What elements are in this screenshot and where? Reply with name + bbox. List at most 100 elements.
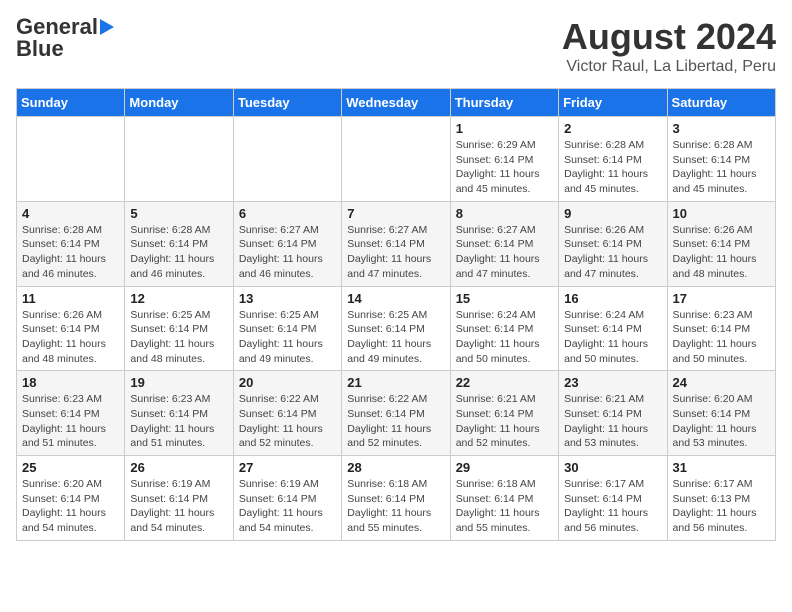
calendar-cell: 1Sunrise: 6:29 AM Sunset: 6:14 PM Daylig… [450,117,558,202]
day-info: Sunrise: 6:17 AM Sunset: 6:13 PM Dayligh… [673,477,770,536]
day-number: 12 [130,291,227,306]
day-number: 19 [130,375,227,390]
day-info: Sunrise: 6:20 AM Sunset: 6:14 PM Dayligh… [673,392,770,451]
day-info: Sunrise: 6:26 AM Sunset: 6:14 PM Dayligh… [22,308,119,367]
weekday-header-sunday: Sunday [17,89,125,117]
day-info: Sunrise: 6:17 AM Sunset: 6:14 PM Dayligh… [564,477,661,536]
logo-general-text: General [16,16,98,38]
day-info: Sunrise: 6:28 AM Sunset: 6:14 PM Dayligh… [673,138,770,197]
calendar-cell: 25 Sunrise: 6:20 AM Sunset: 6:14 PM Dayli… [17,456,125,541]
day-info: Sunrise: 6:25 AM Sunset: 6:14 PM Dayligh… [347,308,444,367]
calendar-cell: 18Sunrise: 6:23 AM Sunset: 6:14 PM Dayli… [17,371,125,456]
day-number: 21 [347,375,444,390]
day-info: Sunrise: 6:21 AM Sunset: 6:14 PM Dayligh… [564,392,661,451]
day-number: 23 [564,375,661,390]
calendar-cell: 24 Sunrise: 6:20 AM Sunset: 6:14 PM Dayli… [667,371,775,456]
day-info: Sunrise: 6:25 AM Sunset: 6:14 PM Dayligh… [239,308,336,367]
calendar-cell: 27Sunrise: 6:19 AM Sunset: 6:14 PM Dayli… [233,456,341,541]
day-number: 18 [22,375,119,390]
calendar-cell: 12 Sunrise: 6:25 AM Sunset: 6:14 PM Dayli… [125,286,233,371]
calendar-cell: 6 Sunrise: 6:27 AM Sunset: 6:14 PM Daylig… [233,201,341,286]
calendar-cell: 11 Sunrise: 6:26 AM Sunset: 6:14 PM Dayli… [17,286,125,371]
day-info: Sunrise: 6:18 AM Sunset: 6:14 PM Dayligh… [456,477,553,536]
page-header: General Blue August 2024 Victor Raul, La… [16,16,776,76]
calendar-cell: 30Sunrise: 6:17 AM Sunset: 6:14 PM Dayli… [559,456,667,541]
day-number: 28 [347,460,444,475]
day-number: 6 [239,206,336,221]
calendar-cell: 26Sunrise: 6:19 AM Sunset: 6:14 PM Dayli… [125,456,233,541]
day-number: 9 [564,206,661,221]
day-number: 1 [456,121,553,136]
day-number: 25 [22,460,119,475]
day-info: Sunrise: 6:23 AM Sunset: 6:14 PM Dayligh… [673,308,770,367]
day-info: Sunrise: 6:20 AM Sunset: 6:14 PM Dayligh… [22,477,119,536]
weekday-header-thursday: Thursday [450,89,558,117]
day-number: 13 [239,291,336,306]
calendar-cell: 31Sunrise: 6:17 AM Sunset: 6:13 PM Dayli… [667,456,775,541]
logo-blue-text: Blue [16,38,64,60]
calendar-table: SundayMondayTuesdayWednesdayThursdayFrid… [16,88,776,541]
calendar-cell: 2 Sunrise: 6:28 AM Sunset: 6:14 PM Daylig… [559,117,667,202]
day-info: Sunrise: 6:23 AM Sunset: 6:14 PM Dayligh… [130,392,227,451]
calendar-cell: 22 Sunrise: 6:21 AM Sunset: 6:14 PM Dayli… [450,371,558,456]
day-info: Sunrise: 6:24 AM Sunset: 6:14 PM Dayligh… [456,308,553,367]
calendar-cell: 5Sunrise: 6:28 AM Sunset: 6:14 PM Daylig… [125,201,233,286]
day-number: 10 [673,206,770,221]
calendar-cell: 23 Sunrise: 6:21 AM Sunset: 6:14 PM Dayli… [559,371,667,456]
calendar-cell: 16Sunrise: 6:24 AM Sunset: 6:14 PM Dayli… [559,286,667,371]
calendar-cell: 10Sunrise: 6:26 AM Sunset: 6:14 PM Dayli… [667,201,775,286]
day-info: Sunrise: 6:25 AM Sunset: 6:14 PM Dayligh… [130,308,227,367]
title-block: August 2024 Victor Raul, La Libertad, Pe… [562,16,776,76]
day-number: 17 [673,291,770,306]
weekday-header-monday: Monday [125,89,233,117]
day-number: 14 [347,291,444,306]
day-number: 24 [673,375,770,390]
calendar-cell: 8 Sunrise: 6:27 AM Sunset: 6:14 PM Daylig… [450,201,558,286]
day-info: Sunrise: 6:21 AM Sunset: 6:14 PM Dayligh… [456,392,553,451]
day-number: 29 [456,460,553,475]
calendar-cell: 20 Sunrise: 6:22 AM Sunset: 6:14 PM Dayli… [233,371,341,456]
day-number: 4 [22,206,119,221]
location-subtitle: Victor Raul, La Libertad, Peru [562,58,776,76]
calendar-header-row: SundayMondayTuesdayWednesdayThursdayFrid… [17,89,776,117]
calendar-week-row: 4 Sunrise: 6:28 AM Sunset: 6:14 PM Daylig… [17,201,776,286]
day-number: 22 [456,375,553,390]
calendar-cell: 4 Sunrise: 6:28 AM Sunset: 6:14 PM Daylig… [17,201,125,286]
day-info: Sunrise: 6:26 AM Sunset: 6:14 PM Dayligh… [564,223,661,282]
weekday-header-saturday: Saturday [667,89,775,117]
calendar-cell: 9 Sunrise: 6:26 AM Sunset: 6:14 PM Daylig… [559,201,667,286]
weekday-header-wednesday: Wednesday [342,89,450,117]
day-info: Sunrise: 6:27 AM Sunset: 6:14 PM Dayligh… [347,223,444,282]
day-info: Sunrise: 6:27 AM Sunset: 6:14 PM Dayligh… [456,223,553,282]
calendar-cell: 19 Sunrise: 6:23 AM Sunset: 6:14 PM Dayli… [125,371,233,456]
weekday-header-tuesday: Tuesday [233,89,341,117]
calendar-cell: 21 Sunrise: 6:22 AM Sunset: 6:14 PM Dayli… [342,371,450,456]
day-info: Sunrise: 6:28 AM Sunset: 6:14 PM Dayligh… [564,138,661,197]
day-info: Sunrise: 6:19 AM Sunset: 6:14 PM Dayligh… [130,477,227,536]
calendar-week-row: 11 Sunrise: 6:26 AM Sunset: 6:14 PM Dayli… [17,286,776,371]
calendar-cell [17,117,125,202]
calendar-cell [125,117,233,202]
calendar-cell: 13 Sunrise: 6:25 AM Sunset: 6:14 PM Dayli… [233,286,341,371]
day-number: 8 [456,206,553,221]
day-number: 27 [239,460,336,475]
calendar-cell: 28 Sunrise: 6:18 AM Sunset: 6:14 PM Dayli… [342,456,450,541]
day-info: Sunrise: 6:22 AM Sunset: 6:14 PM Dayligh… [347,392,444,451]
day-number: 2 [564,121,661,136]
day-info: Sunrise: 6:22 AM Sunset: 6:14 PM Dayligh… [239,392,336,451]
day-number: 20 [239,375,336,390]
calendar-cell: 14 Sunrise: 6:25 AM Sunset: 6:14 PM Dayli… [342,286,450,371]
day-info: Sunrise: 6:28 AM Sunset: 6:14 PM Dayligh… [22,223,119,282]
calendar-week-row: 18 Sunrise: 6:23 AM Sunset: 6:14 PM Dayli… [17,371,776,456]
calendar-cell [233,117,341,202]
day-number: 11 [22,291,119,306]
calendar-cell: 17 Sunrise: 6:23 AM Sunset: 6:14 PM Dayli… [667,286,775,371]
day-number: 5 [130,206,227,221]
calendar-week-row: 25 Sunrise: 6:20 AM Sunset: 6:14 PM Dayli… [17,456,776,541]
calendar-cell: 7Sunrise: 6:27 AM Sunset: 6:14 PM Daylig… [342,201,450,286]
day-info: Sunrise: 6:18 AM Sunset: 6:14 PM Dayligh… [347,477,444,536]
day-number: 3 [673,121,770,136]
day-info: Sunrise: 6:27 AM Sunset: 6:14 PM Dayligh… [239,223,336,282]
weekday-header-friday: Friday [559,89,667,117]
calendar-week-row: 1Sunrise: 6:29 AM Sunset: 6:14 PM Daylig… [17,117,776,202]
